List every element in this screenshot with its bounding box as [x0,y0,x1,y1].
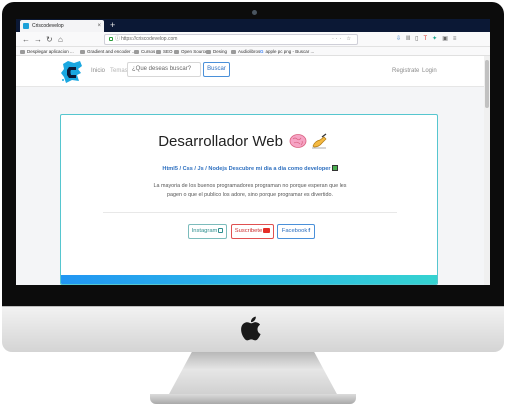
browser-tab-bar: Criscodevelop × + [16,19,490,32]
bookmark-label: Desplegar aplicacion ... [27,49,74,54]
bookmark-label: apple pc png - Buscar ... [265,49,315,54]
search-button[interactable]: Buscar [203,62,230,77]
download-icon[interactable]: ⇩ [396,36,406,42]
bookmark-label: Audiolibros [238,49,261,54]
youtube-label: Suscribete [234,228,263,234]
toolbar-icons: ⇩Ⅲ▯T✦▣≡ [396,32,461,47]
instagram-label: Instagram [191,228,218,234]
brain-emoji-icon [289,134,307,148]
bookmark-label: Cursos [141,49,156,54]
browser-tab[interactable]: Criscodevelop × [20,20,104,32]
card-gradient-band [61,275,437,284]
folder-icon [174,49,179,54]
folder-icon [231,49,236,54]
instagram-icon [218,227,224,233]
folder-icon [156,49,161,54]
bookmark-label: SEO [163,49,173,54]
reload-icon[interactable]: ↻ [46,33,53,46]
url-bar[interactable]: ⓘ https://criscodevelop.com ··· ☆ [104,34,358,45]
login-link[interactable]: Login [422,66,437,76]
google-icon: G [260,49,264,54]
bookmark-item[interactable]: Open Source [174,47,208,55]
imac-monitor: Criscodevelop × + ← → ↻ ⌂ ⓘ https://cris… [0,0,506,407]
back-arrow-icon[interactable]: ← [22,33,30,46]
facebook-label: Facebook [281,228,308,234]
extension-t-icon[interactable]: T [423,36,432,42]
menu-icon[interactable]: ≡ [453,36,462,42]
library-icon[interactable]: Ⅲ [406,36,415,42]
writing-hand-emoji-icon [312,133,327,149]
forward-arrow-icon[interactable]: → [34,33,42,46]
page-actions-icon[interactable]: ··· ☆ [332,35,353,44]
tab-title: Criscodevelop [32,23,64,29]
screen: Criscodevelop × + ← → ↻ ⌂ ⓘ https://cris… [16,19,490,285]
bookmark-item[interactable]: Desplegar aplicacion ... [20,47,74,55]
facebook-button[interactable]: Facebookf [277,224,315,239]
hero-description: La mayoria de los buenos programadores p… [153,183,347,198]
tab-close-icon[interactable]: × [97,20,101,32]
scrollbar-thumb[interactable] [485,60,489,108]
page-scrollbar[interactable] [484,56,490,285]
url-text: https://criscodevelop.com [121,36,178,42]
calendar-emoji-icon [331,165,338,171]
bookmark-label: Desing [213,49,228,54]
folder-icon [206,49,211,54]
site-favicon-icon [23,23,29,29]
bookmark-item[interactable]: SEO [156,47,173,55]
bookmarks-bar: Desplegar aplicacion ... Gradient and en… [16,47,490,56]
monitor-stand [168,352,338,396]
lock-icon [109,37,113,41]
info-icon[interactable]: ⓘ [115,35,120,44]
folder-icon [80,49,85,54]
nav-topics-link[interactable]: Temas [110,66,128,76]
monitor-stand-base [150,394,356,404]
card-divider [103,212,397,213]
browser-nav-bar: ← → ↻ ⌂ ⓘ https://criscodevelop.com ··· … [16,32,490,47]
search-input[interactable]: ¿Que deseas buscar? [127,62,201,77]
apple-logo-icon [241,316,261,341]
bookmark-label: Gradient and encoder ... [87,49,136,54]
youtube-subscribe-button[interactable]: Suscribete [231,224,274,239]
site-header: Inicio Temas ¿Que deseas buscar? Buscar … [16,56,484,87]
hero-subtitle-text: Html5 / Css / Js / Nodejs Descubre mi di… [162,166,331,172]
folder-icon [20,49,25,54]
puzzle-icon[interactable]: ▣ [442,36,453,42]
web-page: Inicio Temas ¿Que deseas buscar? Buscar … [16,56,490,285]
home-icon[interactable]: ⌂ [58,33,63,46]
extension-icon[interactable]: ✦ [432,36,442,42]
hero-title: Desarrollador Web [158,133,283,150]
facebook-icon: f [308,228,311,234]
hero-subtitle: Html5 / Css / Js / Nodejs Descubre mi di… [61,165,437,172]
folder-icon [134,49,139,54]
nav-home-link[interactable]: Inicio [91,66,105,76]
site-logo-icon[interactable] [60,60,84,84]
bookmark-item[interactable]: Gapple pc png - Buscar ... [260,47,315,55]
hero-card: Desarrollador Web Html5 / Css / Js / Nod… [60,114,438,285]
camera-icon [252,10,257,15]
register-link[interactable]: Registrate [392,66,419,76]
bookmark-item[interactable]: Cursos [134,47,156,55]
instagram-button[interactable]: Instagram [188,224,227,239]
bookmark-item[interactable]: Desing [206,47,228,55]
bookmark-item[interactable]: Gradient and encoder ... [80,47,136,55]
bookmark-label: Open Source [181,49,208,54]
new-tab-button[interactable]: + [110,19,115,31]
bookmark-item[interactable]: Audiolibros [231,47,261,55]
youtube-icon [263,227,271,233]
